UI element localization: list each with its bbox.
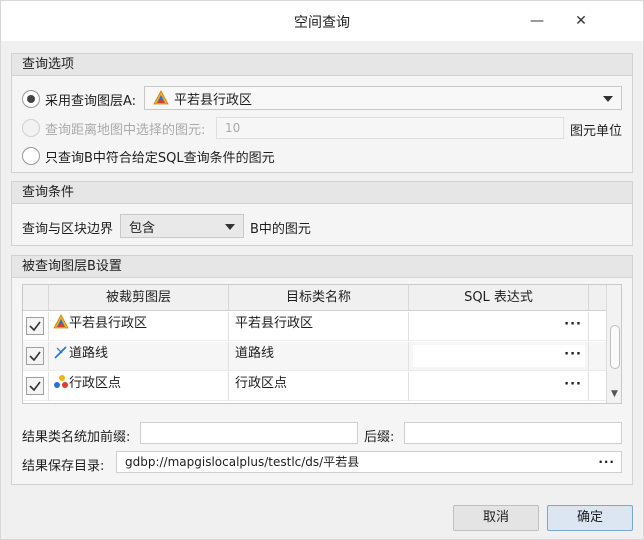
- relation-selected-value: 包含: [129, 220, 156, 236]
- region-layer-icon: [153, 90, 169, 105]
- layer-b-table: 被裁剪图层 目标类名称 SQL 表达式 平若县行政区 平若县行政区 ··· 道路…: [22, 284, 622, 404]
- row-checkbox[interactable]: [26, 377, 44, 395]
- region-layer-icon: [53, 314, 69, 329]
- use-layer-a-radio[interactable]: [22, 90, 40, 108]
- query-options-group: 查询选项 采用查询图层A: 平若县行政区 查询距离地图中选择的图元: 10 图元…: [11, 53, 633, 173]
- sql-more-button[interactable]: ···: [564, 312, 582, 338]
- save-dir-input[interactable]: gdbp://mapgislocalplus/testlc/ds/平若县 ···: [116, 451, 622, 473]
- sql-cell[interactable]: ···: [409, 342, 589, 371]
- checkbox-column-header: [23, 285, 49, 311]
- query-conditions-group: 查询条件 查询与区块边界 包含 B中的图元: [11, 181, 633, 246]
- minimize-button[interactable]: —: [527, 11, 547, 31]
- save-dir-label: 结果保存目录:: [22, 459, 105, 474]
- distance-option: 查询距离地图中选择的图元:: [22, 117, 205, 139]
- checkmark-icon: [29, 321, 41, 332]
- column-header-target: 目标类名称: [229, 285, 409, 311]
- distance-input: 10: [216, 117, 564, 139]
- table-scrollbar[interactable]: ▼: [606, 285, 621, 403]
- sql-cell[interactable]: ···: [409, 372, 589, 401]
- table-header: 被裁剪图层 目标类名称 SQL 表达式: [23, 285, 606, 311]
- relation-suffix-label: B中的图元: [250, 222, 311, 237]
- scroll-down-icon[interactable]: ▼: [611, 389, 618, 399]
- layer-name: 平若县行政区: [69, 316, 148, 331]
- ok-button[interactable]: 确定: [547, 505, 633, 531]
- use-layer-a-option[interactable]: 采用查询图层A:: [22, 88, 136, 110]
- cancel-button[interactable]: 取消: [453, 505, 539, 531]
- distance-label: 查询距离地图中选择的图元:: [45, 122, 206, 138]
- scrollbar-thumb[interactable]: [610, 325, 620, 369]
- prefix-input[interactable]: [140, 422, 358, 444]
- layer-cell: 行政区点: [49, 372, 229, 401]
- layer-name: 行政区点: [69, 376, 122, 391]
- layer-b-group: 被查询图层B设置 被裁剪图层 目标类名称 SQL 表达式 平若县行政区 平若县行…: [11, 255, 633, 485]
- layer-b-header: 被查询图层B设置: [12, 256, 632, 278]
- query-conditions-header: 查询条件: [12, 182, 632, 204]
- sql-only-option[interactable]: 只查询B中符合给定SQL查询条件的图元: [22, 145, 275, 167]
- sql-more-button[interactable]: ···: [564, 372, 582, 398]
- distance-unit-label: 图元单位: [570, 124, 623, 139]
- title-bar: 空间查询 — ✕: [1, 1, 643, 41]
- prefix-label: 结果类名统加前缀:: [22, 430, 131, 445]
- sql-cell[interactable]: ···: [409, 312, 589, 341]
- table-row[interactable]: 平若县行政区 平若县行政区 ···: [23, 312, 606, 341]
- row-checkbox-cell: [23, 342, 49, 371]
- row-checkbox[interactable]: [26, 347, 44, 365]
- use-layer-a-label: 采用查询图层A:: [45, 93, 137, 109]
- distance-radio: [22, 119, 40, 137]
- save-dir-value: gdbp://mapgislocalplus/testlc/ds/平若县: [125, 455, 360, 469]
- chevron-down-icon: [225, 224, 235, 230]
- target-cell[interactable]: 平若县行政区: [229, 312, 409, 341]
- browse-button[interactable]: ···: [598, 452, 615, 472]
- checkmark-icon: [29, 381, 41, 392]
- layer-a-selected-value: 平若县行政区: [174, 92, 253, 108]
- line-layer-icon: [54, 346, 67, 359]
- row-checkbox[interactable]: [26, 317, 44, 335]
- row-checkbox-cell: [23, 372, 49, 401]
- checkmark-icon: [29, 351, 41, 362]
- row-checkbox-cell: [23, 312, 49, 341]
- target-cell[interactable]: 行政区点: [229, 372, 409, 401]
- column-header-layer: 被裁剪图层: [49, 285, 229, 311]
- point-layer-icon: [54, 375, 68, 388]
- target-cell[interactable]: 道路线: [229, 342, 409, 371]
- chevron-down-icon: [603, 96, 613, 102]
- sql-expression-input[interactable]: [413, 345, 585, 367]
- layer-name: 道路线: [69, 346, 109, 361]
- layer-cell: 平若县行政区: [49, 312, 229, 341]
- column-header-sql: SQL 表达式: [409, 285, 589, 311]
- relation-label: 查询与区块边界: [22, 222, 114, 237]
- spatial-query-dialog: 空间查询 — ✕ 查询选项 采用查询图层A: 平若县行政区 查询距离地图中选择的…: [0, 0, 644, 540]
- table-row[interactable]: 行政区点 行政区点 ···: [23, 372, 606, 401]
- sql-only-label: 只查询B中符合给定SQL查询条件的图元: [45, 150, 275, 166]
- sql-more-button[interactable]: ···: [564, 342, 582, 368]
- suffix-label: 后缀:: [364, 430, 395, 445]
- relation-select[interactable]: 包含: [120, 214, 244, 238]
- table-row[interactable]: 道路线 道路线 ···: [23, 342, 606, 371]
- layer-a-select[interactable]: 平若县行政区: [144, 86, 622, 110]
- layer-cell: 道路线: [49, 342, 229, 371]
- sql-only-radio[interactable]: [22, 147, 40, 165]
- close-button[interactable]: ✕: [571, 11, 591, 31]
- suffix-input[interactable]: [404, 422, 622, 444]
- query-options-header: 查询选项: [12, 54, 632, 76]
